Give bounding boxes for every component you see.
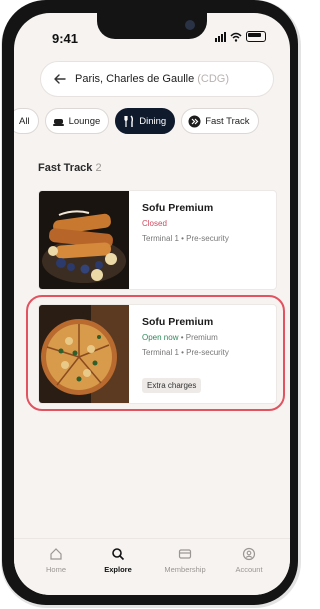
lounge-icon	[52, 118, 64, 126]
battery-icon	[246, 31, 266, 42]
signal-icon	[215, 31, 226, 42]
pizza-image	[39, 305, 129, 403]
tab-label: Account	[235, 565, 263, 574]
tab-explore[interactable]: Explore	[88, 547, 148, 574]
route-code: (CDG)	[197, 73, 230, 85]
extra-charges-tag: Extra charges	[142, 378, 202, 393]
tab-membership[interactable]: Membership	[155, 547, 215, 574]
route-city: Paris, Charles de Gaulle	[75, 73, 195, 85]
app-screen: 9:41 Paris, Charles de Gaulle (CDG) All …	[14, 13, 290, 595]
venue-card[interactable]: Sofu Premium Closed Terminal 1 • Pre-sec…	[38, 190, 277, 290]
tab-label: Membership	[164, 565, 206, 574]
status-icons	[215, 31, 266, 42]
home-icon	[50, 548, 62, 560]
chip-label: Dining	[139, 115, 167, 127]
camera-icon	[185, 20, 195, 30]
account-icon	[242, 547, 256, 561]
venue-extra: Premium	[185, 333, 218, 342]
chip-label: Fast Track	[205, 115, 250, 127]
section-title-text: Fast Track	[38, 162, 93, 174]
chip-label: All	[19, 115, 30, 127]
card-icon	[178, 549, 192, 559]
venue-meta: Terminal 1 • Pre-security	[142, 348, 229, 357]
back-arrow-icon[interactable]	[53, 72, 67, 86]
wifi-icon	[230, 32, 242, 42]
filter-chips: All Lounge Dining Fast Track	[14, 108, 259, 134]
venue-meta: Terminal 1 • Pre-security	[142, 234, 229, 243]
fork-knife-icon	[124, 115, 134, 127]
notch	[97, 13, 207, 39]
tab-home[interactable]: Home	[26, 547, 86, 574]
french-toast-image	[39, 191, 129, 289]
route-selector[interactable]: Paris, Charles de Gaulle (CDG)	[40, 61, 274, 97]
filter-chip-all[interactable]: All	[14, 108, 39, 134]
bottom-tab-bar: Home Explore Membership Account	[14, 538, 290, 595]
section-title: Fast Track 2	[38, 162, 102, 174]
filter-chip-lounge[interactable]: Lounge	[44, 108, 110, 134]
venue-card[interactable]: Sofu Premium Open now • Premium Terminal…	[38, 304, 277, 404]
section-count: 2	[95, 162, 102, 174]
search-icon	[112, 548, 125, 561]
venue-status: Closed	[142, 219, 167, 228]
venue-status-row: Open now • Premium	[142, 333, 218, 342]
filter-chip-fast-track[interactable]: Fast Track	[181, 108, 259, 134]
venue-title: Sofu Premium	[142, 202, 214, 214]
filter-chip-dining[interactable]: Dining	[115, 108, 176, 134]
venue-status: Open now	[142, 333, 179, 342]
status-time: 9:41	[52, 31, 79, 46]
tab-label: Explore	[104, 565, 132, 574]
fast-track-icon	[188, 115, 201, 127]
tab-label: Home	[45, 565, 66, 574]
tab-account[interactable]: Account	[219, 547, 279, 574]
venue-title: Sofu Premium	[142, 316, 214, 328]
chip-label: Lounge	[68, 115, 101, 127]
